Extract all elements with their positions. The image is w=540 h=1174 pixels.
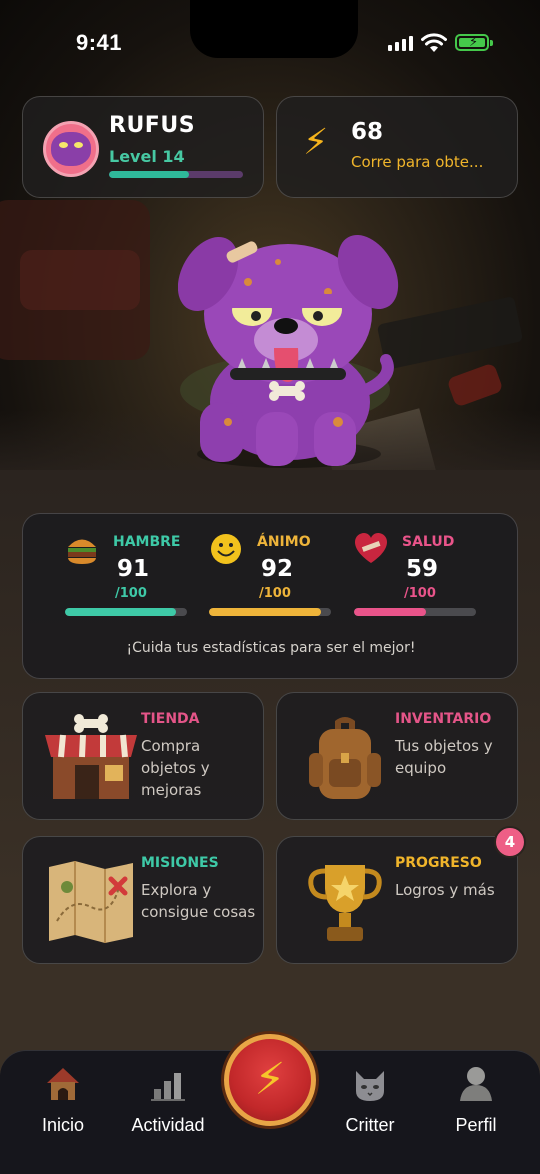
nav-label: Inicio bbox=[41, 1115, 85, 1135]
lightning-icon: ⚡ bbox=[254, 1054, 286, 1105]
wifi-icon bbox=[421, 33, 447, 52]
tile-title: INVENTARIO bbox=[395, 711, 492, 727]
stat-max: /100 bbox=[259, 586, 291, 601]
smiley-icon bbox=[211, 534, 241, 564]
bar-chart-icon bbox=[151, 1073, 185, 1101]
stat-label: HAMBRE bbox=[113, 534, 181, 550]
pet-dog-illustration[interactable] bbox=[178, 222, 400, 472]
misiones-tile[interactable]: MISIONES Explora y consigue cosas bbox=[22, 836, 264, 964]
cat-icon bbox=[356, 1071, 384, 1101]
stat-value: 92 bbox=[261, 556, 294, 582]
tile-title: PROGRESO bbox=[395, 855, 482, 871]
battery-icon: ⚡ bbox=[455, 34, 493, 51]
cellular-signal-icon bbox=[388, 36, 413, 51]
stat-animo: ÁNIMO 92 /100 bbox=[209, 532, 349, 642]
stat-label: ÁNIMO bbox=[257, 534, 311, 550]
stat-value: 59 bbox=[406, 556, 439, 582]
nav-actividad[interactable]: Actividad bbox=[118, 1063, 218, 1135]
stat-max: /100 bbox=[115, 586, 147, 601]
inventario-tile[interactable]: INVENTARIO Tus objetos y equipo bbox=[276, 692, 518, 820]
backpack-icon bbox=[309, 717, 381, 799]
tile-description: Compra objetos y mejoras bbox=[141, 737, 210, 799]
tile-description: Explora y consigue cosas bbox=[141, 881, 256, 921]
shop-icon bbox=[45, 714, 137, 799]
pet-name: RUFUS bbox=[109, 113, 196, 138]
stats-card: HAMBRE 91 /100 ÁNIMO 92 /100 SALUD 59 /1… bbox=[22, 513, 518, 679]
sofa-cushion bbox=[20, 250, 140, 310]
tile-description: Logros y más bbox=[395, 881, 495, 899]
nav-label: Critter bbox=[345, 1115, 395, 1135]
stat-value: 91 bbox=[117, 556, 150, 582]
tile-description: Tus objetos y equipo bbox=[395, 737, 493, 777]
burger-icon bbox=[68, 539, 96, 564]
energy-card[interactable]: ⚡ 68 Corre para obte... bbox=[276, 96, 518, 198]
status-time: 9:41 bbox=[76, 30, 123, 55]
doghouse-icon bbox=[47, 1068, 79, 1100]
progreso-tile[interactable]: PROGRESO Logros y más bbox=[276, 836, 518, 964]
soda-can bbox=[446, 362, 504, 408]
pet-profile-card[interactable]: RUFUS Level 14 bbox=[22, 96, 264, 198]
energy-subtitle: Corre para obte... bbox=[351, 153, 484, 171]
tile-title: TIENDA bbox=[141, 711, 200, 727]
nav-label: Actividad bbox=[131, 1115, 205, 1135]
pet-avatar bbox=[43, 121, 99, 177]
stat-hambre: HAMBRE 91 /100 bbox=[65, 532, 205, 642]
pet-level: Level 14 bbox=[109, 147, 185, 166]
progreso-notification-badge: 4 bbox=[494, 826, 526, 858]
nav-label: Perfil bbox=[455, 1115, 497, 1135]
person-icon bbox=[460, 1067, 492, 1101]
stat-label: SALUD bbox=[402, 534, 455, 550]
status-bar: 9:41 ⚡ bbox=[0, 0, 540, 90]
heart-icon bbox=[355, 533, 387, 563]
tienda-tile[interactable]: TIENDA Compra objetos y mejoras bbox=[22, 692, 264, 820]
nav-perfil[interactable]: Perfil bbox=[426, 1063, 526, 1135]
dynamic-island bbox=[190, 0, 358, 58]
nav-inicio[interactable]: Inicio bbox=[13, 1063, 113, 1135]
tile-title: MISIONES bbox=[141, 855, 219, 871]
treasure-map-icon bbox=[49, 861, 133, 943]
trophy-icon bbox=[308, 865, 382, 941]
run-energy-button[interactable]: ⚡ bbox=[224, 1034, 316, 1126]
stat-max: /100 bbox=[404, 586, 436, 601]
stat-salud: SALUD 59 /100 bbox=[354, 532, 494, 642]
stat-bar bbox=[65, 608, 187, 616]
lightning-icon: ⚡ bbox=[303, 122, 329, 163]
energy-value: 68 bbox=[351, 119, 384, 145]
stats-message: ¡Cuida tus estadísticas para ser el mejo… bbox=[126, 640, 416, 656]
stat-bar bbox=[209, 608, 331, 616]
stat-bar bbox=[354, 608, 476, 616]
nav-critter[interactable]: Critter bbox=[320, 1063, 420, 1135]
level-progress-bar bbox=[109, 171, 243, 178]
